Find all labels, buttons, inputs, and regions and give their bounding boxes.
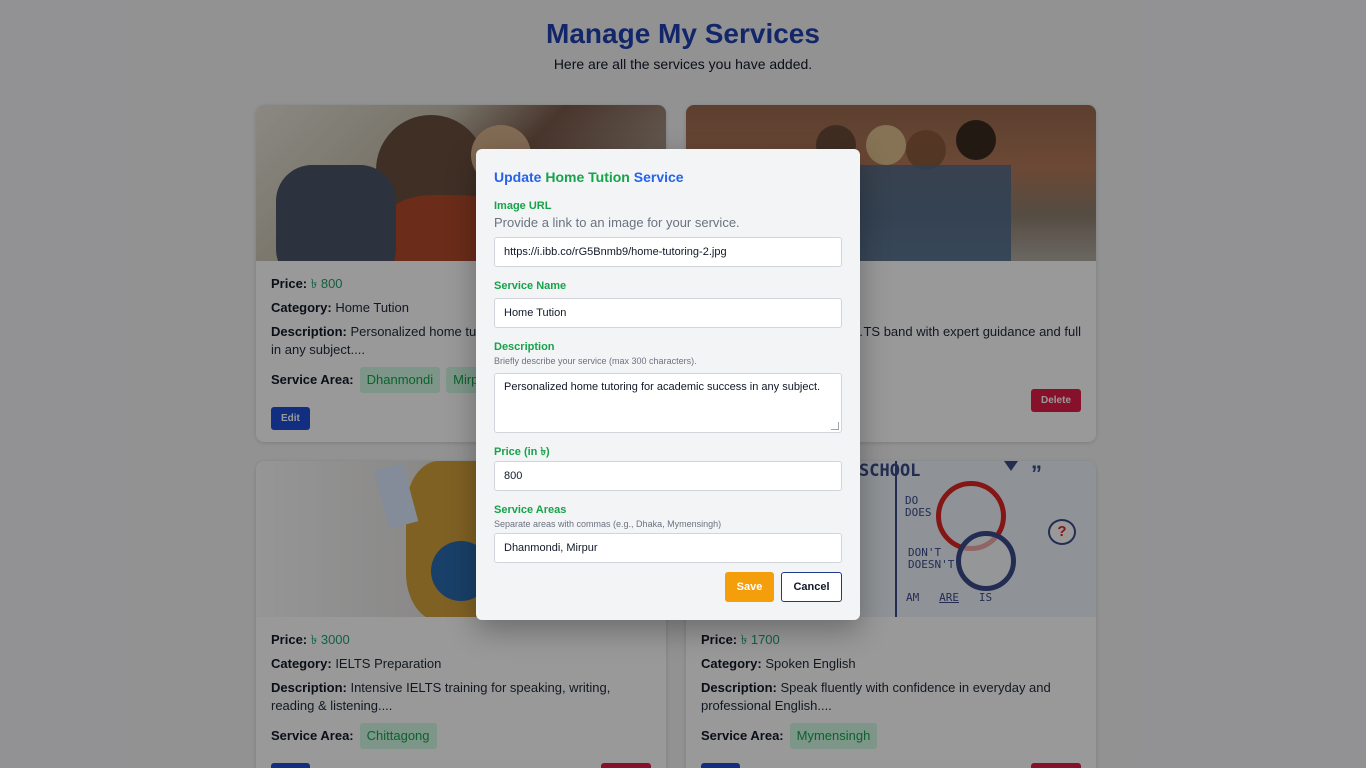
save-button[interactable]: Save [725, 572, 774, 602]
price-label: Price (in ৳) [494, 446, 550, 458]
resize-handle[interactable] [831, 422, 839, 430]
service-name-field-group: Service Name Home Tution [494, 280, 842, 328]
service-name-input[interactable]: Home Tution [494, 298, 842, 328]
description-field-group: Description Briefly describe your servic… [494, 341, 842, 433]
image-url-label: Image URL [494, 200, 552, 212]
service-name-label: Service Name [494, 280, 567, 292]
image-url-input[interactable]: https://i.ibb.co/rG5Bnmb9/home-tutoring-… [494, 237, 842, 267]
service-areas-field-group: Service Areas Separate areas with commas… [494, 504, 842, 563]
price-input[interactable]: 800 [494, 461, 842, 491]
description-label: Description [494, 341, 555, 353]
image-url-help: Provide a link to an image for your serv… [494, 215, 740, 230]
service-areas-help: Separate areas with commas (e.g., Dhaka,… [494, 519, 722, 529]
modal-title: Update Home Tution Service [494, 169, 684, 185]
description-textarea[interactable]: Personalized home tutoring for academic … [494, 373, 842, 433]
update-service-modal: Update Home Tution Service Image URL Pro… [476, 149, 860, 620]
cancel-button[interactable]: Cancel [781, 572, 842, 602]
price-field-group: Price (in ৳) 800 [494, 446, 842, 491]
description-help: Briefly describe your service (max 300 c… [494, 356, 697, 366]
modal-actions: Save Cancel [725, 572, 842, 602]
service-areas-input[interactable]: Dhanmondi, Mirpur [494, 533, 842, 563]
image-url-field-group: Image URL Provide a link to an image for… [494, 200, 842, 267]
service-areas-label: Service Areas [494, 504, 567, 516]
